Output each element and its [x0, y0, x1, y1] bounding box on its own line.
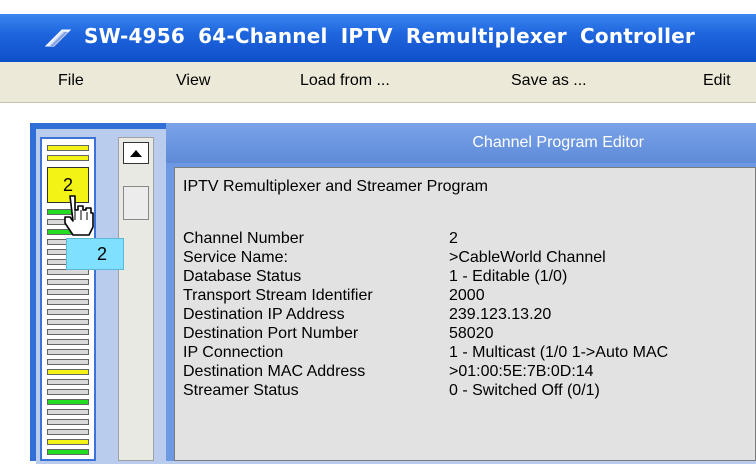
channel-slot[interactable]: [47, 379, 89, 385]
field-value[interactable]: 239.123.13.20: [449, 306, 551, 324]
field-label: Streamer Status: [183, 382, 299, 399]
app-logo-icon: [44, 29, 72, 47]
field-value[interactable]: 2: [449, 230, 458, 248]
scroll-up-button[interactable]: [123, 142, 149, 164]
editor-body: IPTV Remultiplexer and Streamer Program …: [174, 167, 756, 461]
channel-slot[interactable]: [47, 299, 89, 305]
editor-heading: IPTV Remultiplexer and Streamer Program: [183, 178, 488, 195]
channel-program-editor: Channel Program Editor IPTV Remultiplexe…: [166, 123, 756, 461]
channel-slot[interactable]: [47, 329, 89, 335]
channel-slot[interactable]: [47, 419, 89, 425]
arrow-up-icon: [130, 150, 142, 157]
channel-slot[interactable]: [47, 339, 89, 345]
channel-slot[interactable]: [47, 349, 89, 355]
channel-tooltip: 2: [66, 238, 124, 270]
hand-cursor-icon: [64, 195, 94, 236]
field-label: Destination MAC Address: [183, 363, 366, 380]
menu-bar: File View Load from ... Save as ... Edit: [0, 62, 756, 103]
menu-save-as[interactable]: Save as ...: [511, 72, 587, 90]
panel-title: Channel Program Editor: [166, 123, 756, 163]
channel-slot[interactable]: [47, 409, 89, 415]
field-label: Channel Number: [183, 230, 304, 247]
channel-strip[interactable]: 2: [40, 137, 96, 461]
channel-slot[interactable]: [47, 429, 89, 435]
channel-slot[interactable]: [47, 449, 89, 455]
field-value[interactable]: 0 - Switched Off (0/1): [449, 382, 600, 400]
channel-slot[interactable]: [47, 389, 89, 395]
field-value[interactable]: >CableWorld Channel: [449, 249, 606, 267]
field-label: Transport Stream Identifier: [183, 287, 373, 304]
channel-slot[interactable]: [47, 309, 89, 315]
menu-load-from[interactable]: Load from ...: [300, 72, 390, 90]
channel-slot[interactable]: [47, 399, 89, 405]
field-value[interactable]: 58020: [449, 325, 494, 343]
channel-scrollbar[interactable]: [118, 137, 154, 461]
channel-slot[interactable]: [47, 279, 89, 285]
field-label: Destination IP Address: [183, 306, 345, 323]
channel-slot[interactable]: [47, 289, 89, 295]
channel-slot[interactable]: [47, 319, 89, 325]
menu-view[interactable]: View: [176, 72, 210, 90]
field-value[interactable]: >01:00:5E:7B:0D:14: [449, 363, 594, 381]
window-title: SW-4956 64-Channel IPTV Remultiplexer Co…: [84, 24, 695, 48]
channel-slot[interactable]: [47, 359, 89, 365]
channel-slot[interactable]: [47, 145, 89, 151]
field-label: Database Status: [183, 268, 302, 285]
title-bar[interactable]: SW-4956 64-Channel IPTV Remultiplexer Co…: [0, 14, 756, 62]
field-label: Destination Port Number: [183, 325, 359, 342]
channel-slot[interactable]: [47, 155, 89, 161]
field-value[interactable]: 1 - Multicast (1/0 1->Auto MAC: [449, 344, 668, 362]
menu-file[interactable]: File: [58, 72, 84, 90]
field-value[interactable]: 2000: [449, 287, 485, 305]
field-value[interactable]: 1 - Editable (1/0): [449, 268, 567, 286]
scroll-thumb[interactable]: [123, 186, 149, 220]
field-label: Service Name:: [183, 249, 288, 266]
menu-edit[interactable]: Edit: [703, 72, 731, 90]
channel-slot[interactable]: [47, 439, 89, 445]
field-label: IP Connection: [183, 344, 284, 361]
channel-slot[interactable]: [47, 369, 89, 375]
